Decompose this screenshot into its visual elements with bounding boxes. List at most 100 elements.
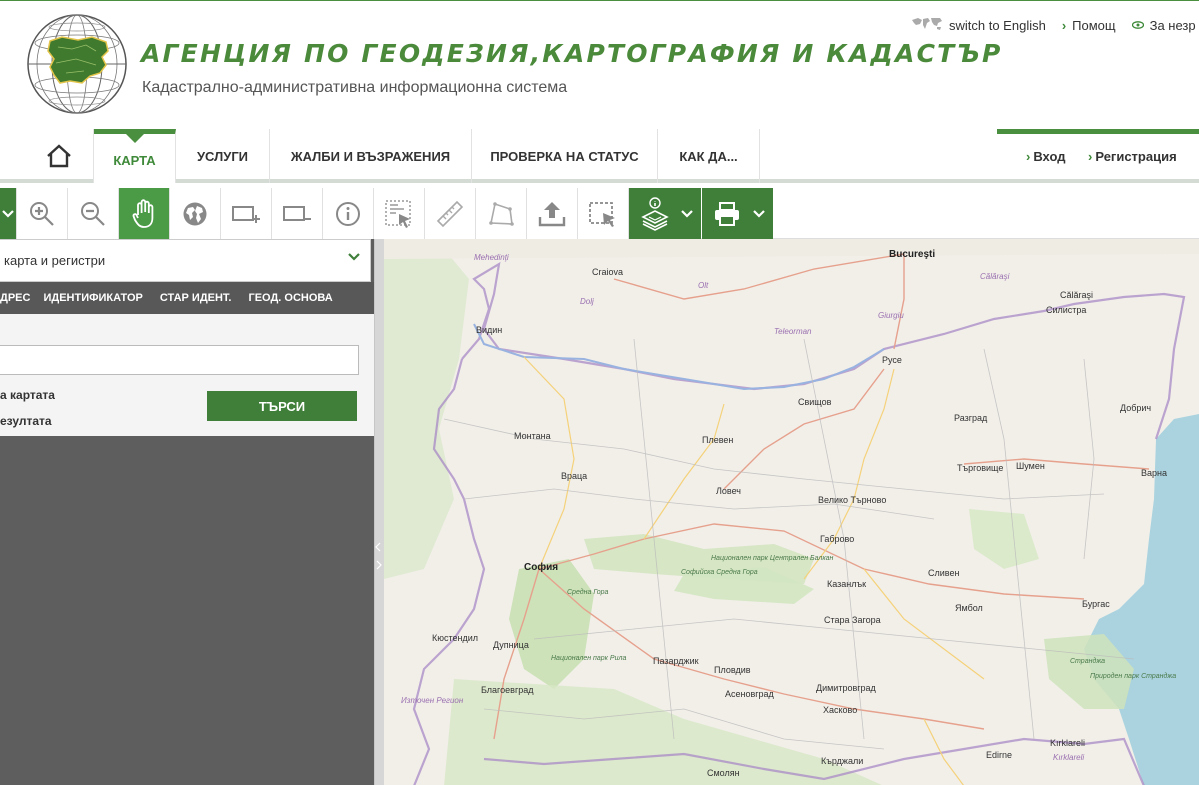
layers-dropdown-button[interactable] [629, 188, 701, 239]
map-label-city: Пловдив [714, 665, 751, 675]
tab-map[interactable]: КАРТА [94, 129, 176, 183]
search-type-tabs: ДРЕС ИДЕНТИФИКАТОР СТАР ИДЕНТ. ГЕОД. ОСН… [0, 282, 374, 314]
tab-geodetic-base[interactable]: ГЕОД. ОСНОВА [248, 292, 332, 304]
register-link[interactable]: › Регистрация [1088, 129, 1177, 183]
map-label-city: Димитровград [816, 683, 876, 693]
zoom-in-icon [30, 201, 54, 226]
map-label-city: Добрич [1120, 403, 1152, 413]
panel-splitter[interactable] [374, 239, 384, 785]
map-label-city: Kırklareli [1050, 738, 1086, 748]
switch-language-link[interactable]: switch to English [910, 16, 1046, 35]
pan-hand-button[interactable] [119, 188, 170, 239]
map-label-city: Търговище [957, 463, 1004, 473]
accessibility-label: За незр [1149, 17, 1196, 33]
map-label-region: Teleorman [774, 327, 812, 336]
ruler-icon [436, 200, 464, 227]
search-form: а картата езултата ТЪРСИ [0, 314, 374, 436]
tab-map-label: КАРТА [113, 152, 156, 168]
map-label-city: Велико Търново [818, 495, 887, 505]
map-label-park: Национален парк Рила [551, 655, 627, 662]
login-label: Вход [1033, 148, 1066, 164]
agency-logo-globe[interactable] [26, 13, 128, 115]
search-mode-value: карта и регистри [4, 253, 106, 268]
select-area-icon [385, 199, 411, 228]
collapse-arrows-icon [375, 542, 382, 570]
map-label-city: Асеновград [725, 689, 774, 699]
site-header: АГЕНЦИЯ ПО ГЕОДЕЗИЯ,КАРТОГРАФИЯ И КАДАСТ… [0, 1, 1199, 129]
hand-icon [132, 198, 154, 228]
register-label: Регистрация [1095, 148, 1177, 164]
tab-complaints[interactable]: ЖАЛБИ И ВЪЗРАЖЕНИЯ [270, 129, 472, 183]
measure-distance-button[interactable] [425, 188, 476, 239]
polygon-icon [489, 201, 514, 226]
switch-language-label: switch to English [949, 17, 1046, 33]
main-nav: КАРТА УСЛУГИ ЖАЛБИ И ВЪЗРАЖЕНИЯ ПРОВЕРКА… [0, 129, 1199, 183]
tab-old-identifier[interactable]: СТАР ИДЕНТ. [160, 292, 232, 304]
system-subtitle: Кадастрално-административна информационн… [142, 79, 568, 96]
box-select-cursor-icon [589, 201, 615, 227]
tab-how-to[interactable]: КАК ДА... [658, 129, 760, 183]
layers-info-icon [641, 196, 669, 231]
upload-icon [538, 201, 566, 226]
help-link[interactable]: › Помощ [1062, 18, 1116, 33]
map-view[interactable]: Bucureşti Craiova Mehedinţi Olt Dolj Teleorma… [384, 239, 1199, 785]
select-box-button[interactable] [578, 188, 629, 239]
map-label-region: Călăraşi [980, 272, 1010, 281]
tab-services[interactable]: УСЛУГИ [176, 129, 270, 183]
map-label-city: Габрово [820, 534, 855, 544]
chevron-down-icon [753, 209, 765, 218]
search-button[interactable]: ТЪРСИ [207, 391, 357, 421]
map-label-city: Ямбол [955, 603, 983, 613]
map-label-city: Силистра [1046, 305, 1087, 315]
tab-address[interactable]: ДРЕС [0, 292, 30, 304]
search-input[interactable] [0, 345, 359, 375]
map-label-city: Хасково [823, 705, 858, 715]
chevron-right-icon: › [1061, 17, 1067, 33]
map-label-city: Бургас [1082, 599, 1110, 609]
tab-identifier[interactable]: ИДЕНТИФИКАТОР [43, 292, 142, 304]
map-label-city: София [524, 562, 559, 573]
identify-button[interactable] [323, 188, 374, 239]
search-mode-select[interactable]: карта и регистри [0, 239, 371, 282]
map-label-region: Mehedinţi [474, 253, 509, 262]
map-label-region: Giurgiu [878, 311, 904, 320]
option-results[interactable]: езултата [0, 414, 52, 428]
box-zoom-out-icon [283, 205, 311, 221]
map-label-city: Русе [882, 355, 902, 365]
map-label-city: Кюстендил [432, 633, 479, 643]
home-button[interactable] [24, 129, 94, 183]
tab-status-check[interactable]: ПРОВЕРКА НА СТАТУС [472, 129, 658, 183]
upload-button[interactable] [527, 188, 578, 239]
active-tab-caret [125, 134, 144, 143]
map-label-city: Благоевград [481, 685, 534, 695]
measure-area-button[interactable] [476, 188, 527, 239]
map-label-city: Варна [1141, 468, 1167, 478]
map-label-city: Bucureşti [889, 249, 936, 260]
accessibility-link[interactable]: За незр [1131, 17, 1196, 33]
chevron-down-icon [348, 253, 360, 261]
login-link[interactable]: › Вход [1026, 129, 1066, 183]
zoom-in-button[interactable] [17, 188, 68, 239]
select-parcel-button[interactable] [374, 188, 425, 239]
full-extent-button[interactable] [170, 188, 221, 239]
agency-title: АГЕНЦИЯ ПО ГЕОДЕЗИЯ,КАРТОГРАФИЯ И КАДАСТ… [141, 39, 1003, 68]
zoom-box-in-button[interactable] [221, 188, 272, 239]
zoom-out-button[interactable] [68, 188, 119, 239]
printer-icon [715, 201, 739, 226]
option-on-map[interactable]: а картата [0, 388, 55, 402]
help-label: Помощ [1072, 17, 1116, 33]
map-label-city: Edirne [986, 750, 1013, 760]
zoom-box-out-button[interactable] [272, 188, 323, 239]
map-label-city: Пазарджик [653, 656, 699, 666]
panel-collapse-button[interactable] [0, 188, 17, 239]
zoom-out-icon [81, 201, 105, 226]
map-label-city: Călăraşi [1060, 290, 1094, 300]
map-label-city: Свищов [798, 397, 832, 407]
top-links: switch to English › Помощ За незр [910, 15, 1199, 35]
map-toolbar [0, 188, 1199, 239]
map-label-park: Средна Гора [567, 589, 609, 596]
print-dropdown-button[interactable] [702, 188, 773, 239]
globe-icon [183, 202, 207, 225]
map-label-city: Сливен [928, 568, 960, 578]
map-label-city: Дупница [493, 640, 529, 650]
